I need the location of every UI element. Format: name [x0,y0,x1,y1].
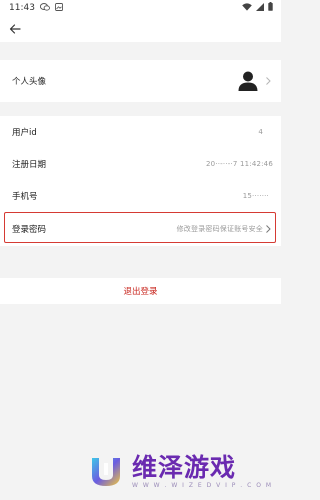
register-date-row: 注册日期 20··-··-·7 11:42:46 [0,148,281,180]
battery-icon [268,2,273,14]
image-icon [54,2,63,14]
phone-value: 15······· [242,192,269,200]
watermark-logo: 维泽游戏 W W W . W I Z E D V I P . C O M [86,453,281,491]
logout-label: 退出登录 [123,287,158,297]
arrow-left-icon [9,24,21,34]
status-bar: 11:43 [0,0,281,16]
avatar-section: 个人头像 [0,60,281,102]
status-left: 11:43 [9,2,63,14]
phone-label: 手机号 [12,192,38,202]
avatar-label: 个人头像 [12,77,47,87]
app-bar [0,16,281,42]
register-date-label: 注册日期 [12,160,47,170]
logout-button[interactable]: 退出登录 [0,278,281,304]
user-id-label: 用户id [12,128,37,138]
status-right [242,2,273,14]
password-row-highlight [4,212,276,243]
avatar[interactable] [235,68,261,94]
phone-row: 手机号 15······· [0,180,281,212]
status-time: 11:43 [9,3,35,13]
user-id-row: 用户id 4 [0,116,281,148]
back-button[interactable] [6,20,24,38]
avatar-row[interactable]: 个人头像 [0,60,281,102]
brand-url: W W W . W I Z E D V I P . C O M [132,482,273,489]
chevron-right-icon [266,77,271,85]
user-id-value: 4 [258,128,263,136]
logo-icon [92,458,120,486]
brand-name: 维泽游戏 [132,453,237,482]
brand-text: 维泽游戏 W W W . W I Z E D V I P . C O M [132,453,273,490]
register-date-value: 20··-··-·7 11:42:46 [205,160,273,168]
signal-icon [256,2,264,14]
wifi-icon [242,2,252,14]
wechat-icon [39,2,50,14]
